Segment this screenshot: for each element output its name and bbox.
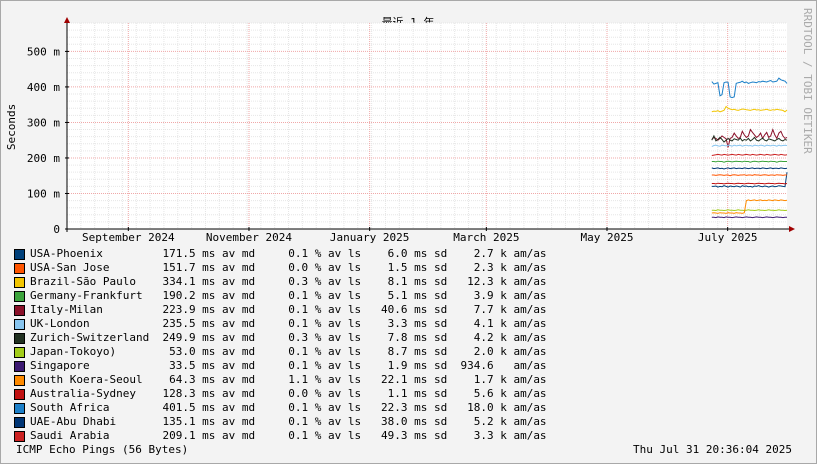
series-line-3 xyxy=(711,160,787,163)
legend-text: South Koera-Seoul 64.3 ms av md 1.1 % av… xyxy=(30,373,547,386)
y-tick-label: 300 m xyxy=(27,116,60,129)
x-tick-label: January 2025 xyxy=(330,231,409,244)
legend-text: Japan-Tokoyo) 53.0 ms av md 0.1 % av ls … xyxy=(30,345,547,358)
legend-swatch xyxy=(14,277,25,288)
legend-swatch xyxy=(14,375,25,386)
legend-text: Australia-Sydney 128.3 ms av md 0.0 % av… xyxy=(30,387,547,400)
x-tick-label: March 2025 xyxy=(453,231,519,244)
y-tick-label: 200 m xyxy=(27,152,60,165)
series-line-10 xyxy=(711,182,788,185)
legend-swatch xyxy=(14,333,25,344)
legend-swatch xyxy=(14,291,25,302)
x-tick-labels: September 2024 November 2024 January 2025 M… xyxy=(82,231,758,244)
y-tick-label: 0 xyxy=(53,223,60,236)
x-tick-label: November 2024 xyxy=(206,231,292,244)
legend-text: Brazil-São Paulo 334.1 ms av md 0.3 % av… xyxy=(30,275,547,288)
legend-text: Germany-Frankfurt 190.2 ms av md 0.1 % a… xyxy=(30,289,547,302)
legend-swatch xyxy=(14,403,25,414)
legend-swatch xyxy=(14,389,25,400)
x-axis-arrow xyxy=(789,226,795,232)
legend-text: South Africa 401.5 ms av md 0.1 % av ls … xyxy=(30,401,547,414)
y-tick-label: 400 m xyxy=(27,81,60,94)
legend-text: Zurich-Switzerland 249.9 ms av md 0.3 % … xyxy=(30,331,547,344)
legend-text: USA-Phoenix 171.5 ms av md 0.1 % av ls 6… xyxy=(30,247,547,260)
x-tick-label: September 2024 xyxy=(82,231,175,244)
legend-swatch xyxy=(14,263,25,274)
legend-swatch xyxy=(14,249,25,260)
legend-swatch xyxy=(14,305,25,316)
legend-swatch xyxy=(14,319,25,330)
legend-swatch xyxy=(14,417,25,428)
legend-text: Singapore 33.5 ms av md 0.1 % av ls 1.9 … xyxy=(30,359,547,372)
series-line-7 xyxy=(711,209,788,212)
y-tick-labels: 0 100 m 200 m 300 m 400 m 500 m xyxy=(27,45,60,236)
legend-text: USA-San Jose 151.7 ms av md 0.0 % av ls … xyxy=(30,261,547,274)
legend-swatch xyxy=(14,347,25,358)
x-tick-label: July 2025 xyxy=(698,231,758,244)
y-axis-arrow xyxy=(64,17,70,23)
y-axis-label: Seconds xyxy=(5,104,18,150)
legend-text: UAE-Abu Dhabi 135.1 ms av md 0.1 % av ls… xyxy=(30,415,547,428)
legend-text: Saudi Arabia 209.1 ms av md 0.1 % av ls … xyxy=(30,429,547,442)
y-tick-label: 100 m xyxy=(27,187,60,200)
legend-swatch xyxy=(14,431,25,442)
legend-swatch xyxy=(14,361,25,372)
legend-text: Italy-Milan 223.9 ms av md 0.1 % av ls 4… xyxy=(30,303,547,316)
rrdtool-watermark: RRDTOOL / TOBI OETIKER xyxy=(801,8,814,154)
footer-timestamp: Thu Jul 31 20:36:04 2025 xyxy=(633,443,792,456)
footer-description: ICMP Echo Pings (56 Bytes) xyxy=(16,443,189,456)
series-line-8 xyxy=(711,216,787,219)
x-tick-label: May 2025 xyxy=(581,231,634,244)
legend-text: UK-London 235.5 ms av md 0.1 % av ls 3.3… xyxy=(30,317,547,330)
y-tick-label: 500 m xyxy=(27,45,60,58)
